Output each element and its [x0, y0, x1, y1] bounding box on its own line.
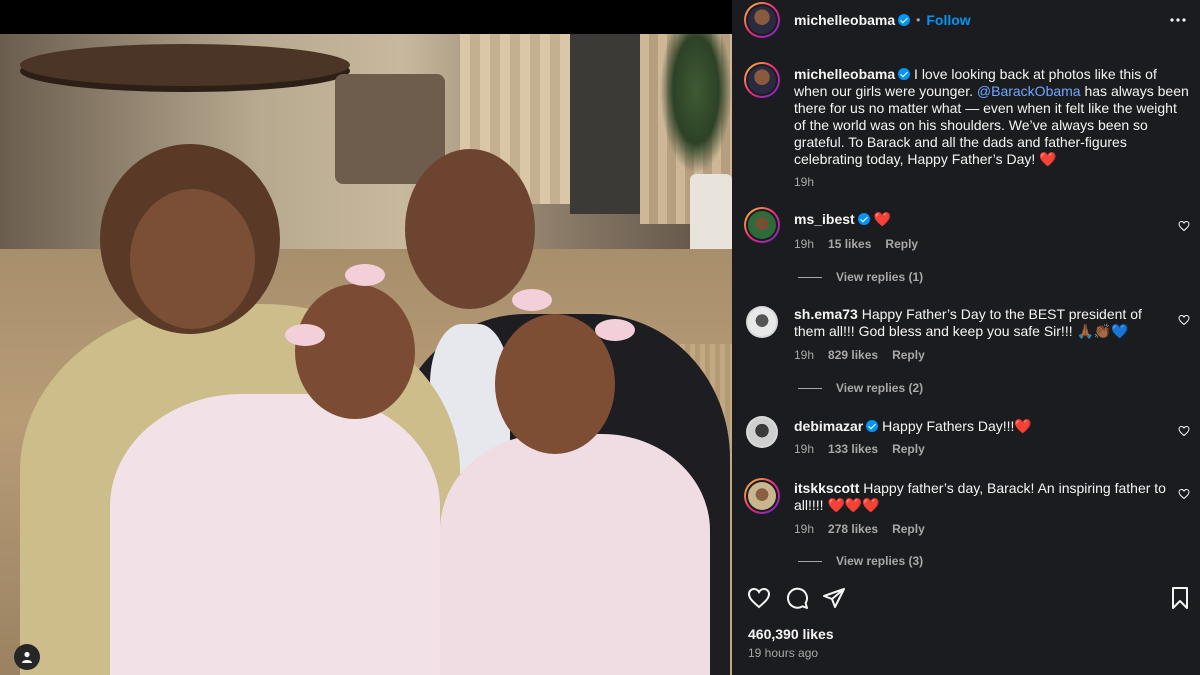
verified-badge-icon	[898, 14, 911, 26]
caption-heart-emoji: ❤️	[1039, 151, 1057, 167]
commenter-avatar[interactable]	[746, 416, 778, 448]
comment-reply-button[interactable]: Reply	[892, 442, 925, 456]
comment-reply-button[interactable]: Reply	[892, 348, 925, 362]
comment-text: ❤️	[873, 211, 892, 227]
photo-bow-left	[345, 264, 385, 286]
commenter-avatar[interactable]	[744, 207, 780, 243]
caption-line-2: when our girls were younger.	[794, 83, 973, 99]
post-photo[interactable]	[0, 34, 732, 675]
post-action-bar	[732, 586, 1200, 614]
view-replies-button[interactable]: View replies (2)	[798, 381, 923, 395]
comment-age: 19h	[794, 522, 815, 536]
comment-likes[interactable]: 278 likes	[828, 522, 878, 536]
photo-table	[20, 44, 350, 86]
post-timestamp[interactable]: 19 hours ago	[748, 646, 818, 660]
heart-icon[interactable]	[747, 586, 771, 610]
comment-item: ms_ibest ❤️ 19h 15 likes Reply View repl…	[732, 205, 1200, 285]
comment-text-line-1: Happy Father’s Day to the BEST president…	[861, 306, 1142, 322]
share-icon[interactable]	[822, 586, 846, 610]
comment-item: debimazar Happy Fathers Day!!!❤️ 19h 133…	[732, 414, 1200, 464]
commenter-avatar[interactable]	[746, 306, 778, 338]
user-tag-icon	[22, 651, 32, 663]
comment-username[interactable]: debimazar	[794, 418, 863, 434]
comment-item: itskkscott Happy father’s day, Barack! A…	[732, 476, 1200, 571]
photo-bow-right	[512, 289, 552, 311]
follow-button[interactable]: Follow	[926, 12, 970, 28]
caption-username[interactable]: michelleobama	[794, 66, 895, 82]
comment-reply-button[interactable]: Reply	[892, 522, 925, 536]
comment-age: 19h	[794, 237, 815, 251]
post-header: michelleobama • Follow	[732, 0, 1200, 40]
comment-username[interactable]: ms_ibest	[794, 211, 855, 227]
view-replies-label: View replies (1)	[836, 270, 924, 284]
comment-like-icon[interactable]	[1178, 220, 1190, 232]
verified-badge-icon	[898, 68, 911, 80]
comment-like-icon[interactable]	[1178, 314, 1190, 326]
photo-mother-face	[130, 189, 255, 329]
post-likes-count[interactable]: 460,390 likes	[748, 626, 834, 642]
post-media[interactable]	[0, 0, 732, 675]
view-replies-button[interactable]: View replies (1)	[798, 270, 923, 284]
caption-age: 19h	[794, 175, 815, 189]
comment-text-line-1: Happy father’s day, Barack! An inspiring…	[863, 480, 1166, 496]
photo-girl-left-head	[295, 284, 415, 419]
comment-username[interactable]: sh.ema73	[794, 306, 858, 322]
comment-username[interactable]: itskkscott	[794, 480, 859, 496]
header-separator: •	[916, 13, 921, 27]
photo-girl-right-body	[440, 434, 710, 675]
post-side-panel: michelleobama • Follow michelleobama I l…	[732, 0, 1200, 675]
author-avatar[interactable]	[744, 2, 780, 38]
user-tag-button[interactable]	[14, 644, 40, 670]
photo-bow-left-2	[285, 324, 325, 346]
commenter-avatar[interactable]	[744, 478, 780, 514]
comment-icon[interactable]	[785, 586, 809, 610]
photo-father-head	[405, 149, 535, 309]
photo-window	[570, 34, 640, 214]
view-replies-label: View replies (2)	[836, 381, 924, 395]
comment-item: sh.ema73 Happy Father’s Day to the BEST …	[732, 304, 1200, 399]
caption-line-6: grateful. To Barack and all the dads and…	[794, 134, 1127, 150]
comment-like-icon[interactable]	[1178, 488, 1190, 500]
bookmark-icon[interactable]	[1168, 586, 1192, 610]
author-username[interactable]: michelleobama	[794, 12, 895, 28]
caption-line-1: I love looking back at photos like this …	[914, 66, 1157, 82]
view-replies-label: View replies (3)	[836, 554, 924, 568]
comment-age: 19h	[794, 442, 815, 456]
comment-likes[interactable]: 15 likes	[828, 237, 871, 251]
comment-likes[interactable]: 133 likes	[828, 442, 878, 456]
view-replies-dash	[798, 276, 822, 278]
photo-girl-left-body	[110, 394, 440, 675]
more-options-icon[interactable]	[1169, 14, 1187, 26]
comment-text-line-2: them all!!! God bless and keep you safe …	[794, 323, 1129, 339]
caption-author-avatar[interactable]	[744, 62, 780, 98]
verified-badge-icon	[857, 213, 870, 225]
photo-bow-right-2	[595, 319, 635, 341]
comment-text: Happy Fathers Day!!!❤️	[882, 418, 1032, 434]
comment-text-line-2: all!!!! ❤️❤️❤️	[794, 497, 880, 513]
verified-badge-icon	[866, 420, 879, 432]
caption-line-4: there for us no matter what — even when …	[794, 100, 1177, 116]
comment-like-icon[interactable]	[1178, 425, 1190, 437]
photo-plant	[660, 34, 732, 174]
caption-line-5: of the world was on his shoulders. We’ve…	[794, 117, 1148, 133]
comment-reply-button[interactable]: Reply	[885, 237, 918, 251]
view-replies-button[interactable]: View replies (3)	[798, 554, 923, 568]
comment-age: 19h	[794, 348, 815, 362]
view-replies-dash	[798, 387, 822, 389]
caption-line-7: celebrating today, Happy Father’s Day!	[794, 151, 1036, 167]
comment-likes[interactable]: 829 likes	[828, 348, 878, 362]
caption-line-3: has always been	[1084, 83, 1189, 99]
view-replies-dash	[798, 560, 822, 562]
mention-link[interactable]: @BarackObama	[977, 83, 1081, 99]
